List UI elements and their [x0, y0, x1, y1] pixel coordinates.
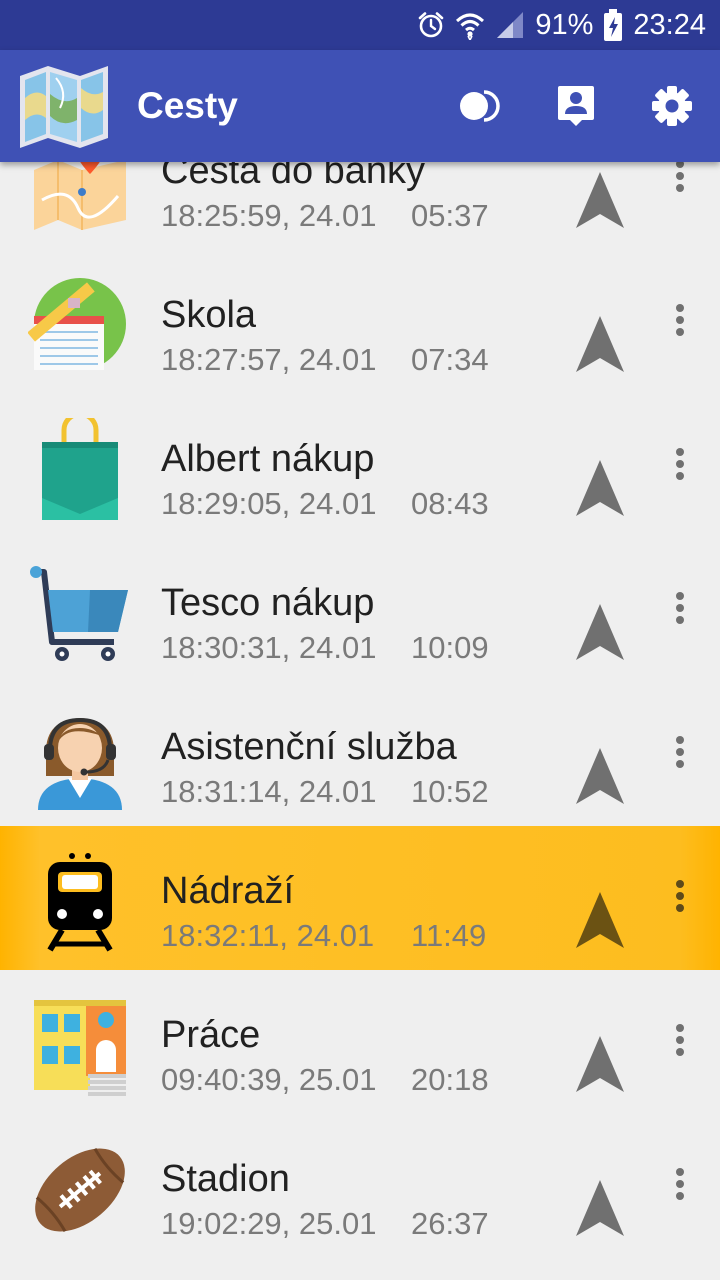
- route-timestamp: 09:40:39, 25.01: [161, 1062, 377, 1097]
- route-timestamp: 18:25:59, 24.01: [161, 198, 377, 233]
- more-options-button[interactable]: [664, 1160, 696, 1208]
- more-vert-icon: [676, 448, 684, 480]
- more-vert-icon: [676, 736, 684, 768]
- route-duration: 11:49: [411, 918, 487, 953]
- navigation-arrow-icon[interactable]: [576, 604, 624, 660]
- map-icon: [20, 66, 108, 148]
- route-list[interactable]: Cesta do banky 18:25:59, 24.01 05:37 Sko…: [0, 162, 720, 1280]
- status-bar: 91% 23:24: [0, 0, 720, 50]
- clock: 23:24: [633, 9, 706, 41]
- route-duration: 26:37: [411, 1206, 489, 1241]
- toggle-button[interactable]: [452, 78, 508, 134]
- alarm-icon: [419, 12, 444, 38]
- list-item[interactable]: Asistenční služba 18:31:14, 24.01 10:52: [0, 682, 720, 826]
- battery-charging-icon: [604, 9, 623, 41]
- more-vert-icon: [676, 1024, 684, 1056]
- more-vert-icon: [676, 880, 684, 912]
- school-notebook-icon: [28, 278, 126, 370]
- list-item-selected[interactable]: Nádraží 18:32:11, 24.01 11:49: [0, 826, 720, 970]
- more-options-button[interactable]: [664, 440, 696, 488]
- route-timestamp: 18:27:57, 24.01: [161, 342, 377, 377]
- navigation-arrow-icon[interactable]: [576, 1180, 624, 1236]
- list-item[interactable]: Albert nákup 18:29:05, 24.01 08:43: [0, 394, 720, 538]
- more-options-button[interactable]: [664, 728, 696, 776]
- route-timestamp: 18:32:11, 24.01: [161, 918, 375, 953]
- support-agent-icon: [38, 717, 122, 810]
- route-title: Skola: [161, 294, 257, 336]
- list-item[interactable]: Stadion 19:02:29, 25.01 26:37: [0, 1114, 720, 1258]
- route-title: Cesta do banky: [161, 162, 426, 192]
- train-icon: [47, 853, 113, 952]
- navigation-arrow-icon[interactable]: [576, 172, 624, 228]
- contacts-button[interactable]: [548, 78, 604, 134]
- more-options-button[interactable]: [664, 1016, 696, 1064]
- more-vert-icon: [676, 1168, 684, 1200]
- shopping-bag-icon: [42, 418, 118, 520]
- list-item[interactable]: Práce 09:40:39, 25.01 20:18: [0, 970, 720, 1114]
- gear-icon: [652, 86, 692, 126]
- route-title: Tesco nákup: [161, 582, 375, 624]
- more-options-button[interactable]: [664, 162, 696, 200]
- navigation-arrow-icon[interactable]: [576, 1036, 624, 1092]
- route-duration: 10:09: [411, 630, 489, 665]
- app-bar: Cesty: [0, 50, 720, 162]
- route-duration: 07:34: [411, 342, 489, 377]
- navigation-arrow-icon[interactable]: [576, 892, 624, 948]
- route-timestamp: 18:31:14, 24.01: [161, 774, 377, 809]
- more-options-button[interactable]: [664, 872, 696, 920]
- toggle-icon: [460, 90, 500, 122]
- signal-icon: [497, 12, 524, 38]
- navigation-arrow-icon[interactable]: [576, 748, 624, 804]
- more-vert-icon: [676, 162, 684, 192]
- route-title: Albert nákup: [161, 438, 375, 480]
- route-title: Nádraží: [161, 870, 295, 912]
- more-vert-icon: [676, 592, 684, 624]
- list-item[interactable]: Skola 18:27:57, 24.01 07:34: [0, 250, 720, 394]
- list-item[interactable]: Tesco nákup 18:30:31, 24.01 10:09: [0, 538, 720, 682]
- route-duration: 05:37: [411, 198, 489, 233]
- building-icon: [34, 1000, 126, 1096]
- route-title: Asistenční služba: [161, 726, 457, 768]
- more-vert-icon: [676, 304, 684, 336]
- app-title: Cesty: [137, 85, 238, 126]
- route-timestamp: 18:30:31, 24.01: [161, 630, 377, 665]
- settings-button[interactable]: [644, 78, 700, 134]
- route-duration: 20:18: [411, 1062, 489, 1097]
- route-timestamp: 18:29:05, 24.01: [161, 486, 377, 521]
- route-duration: 10:52: [411, 774, 489, 809]
- navigation-arrow-icon[interactable]: [576, 316, 624, 372]
- route-timestamp: 19:02:29, 25.01: [161, 1206, 377, 1241]
- shopping-cart-icon: [30, 566, 128, 661]
- route-title: Práce: [161, 1014, 261, 1056]
- battery-percent: 91%: [535, 9, 594, 41]
- wifi-icon: [456, 13, 485, 40]
- route-duration: 08:43: [411, 486, 489, 521]
- navigation-arrow-icon[interactable]: [576, 460, 624, 516]
- map-pin-icon: [34, 162, 126, 230]
- more-options-button[interactable]: [664, 584, 696, 632]
- more-options-button[interactable]: [664, 296, 696, 344]
- contact-pin-icon: [558, 86, 594, 126]
- list-item[interactable]: Cesta do banky 18:25:59, 24.01 05:37: [0, 162, 720, 250]
- route-title: Stadion: [161, 1158, 290, 1200]
- football-icon: [35, 1147, 125, 1233]
